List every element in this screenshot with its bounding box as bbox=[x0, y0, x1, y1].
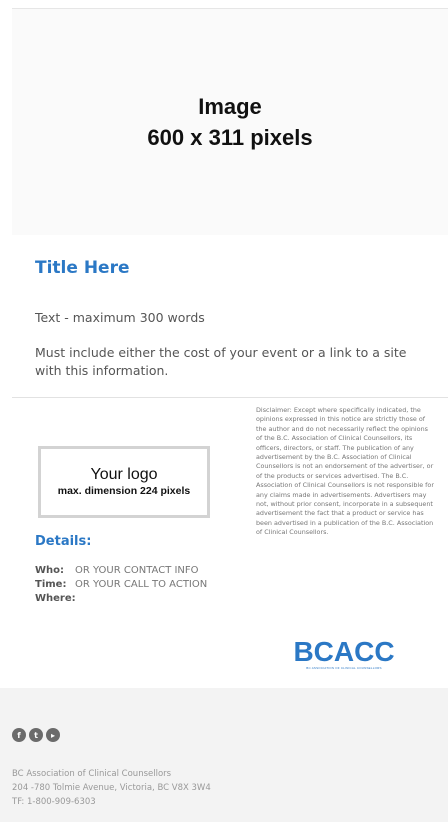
detail-label: Where: bbox=[35, 593, 76, 604]
hero-line-2: 600 x 311 pixels bbox=[147, 125, 313, 150]
disclaimer-text: Disclaimer: Except where specifically in… bbox=[256, 406, 434, 537]
brand-name: BCACC bbox=[293, 636, 395, 667]
social-links: f t ▸ bbox=[12, 728, 60, 742]
hero-image-placeholder: Image 600 x 311 pixels bbox=[12, 9, 448, 235]
detail-row-where: Where: bbox=[35, 592, 76, 606]
bcacc-logo[interactable]: BCACC BC ASSOCIATION OF CLINICAL COUNSEL… bbox=[293, 636, 395, 671]
footer-address: 204 -780 Tolmie Avenue, Victoria, BC V8X… bbox=[12, 783, 211, 793]
footer-phone[interactable]: TF: 1-800-909-6303 bbox=[12, 797, 96, 808]
footer-org-name: BC Association of Clinical Counsellors bbox=[12, 769, 172, 779]
section-divider bbox=[12, 397, 448, 398]
detail-value: OR YOUR CALL TO ACTION bbox=[75, 579, 208, 590]
facebook-icon[interactable]: f bbox=[12, 728, 26, 742]
detail-label: Who: bbox=[35, 565, 65, 576]
youtube-icon[interactable]: ▸ bbox=[46, 728, 60, 742]
detail-label: Time: bbox=[35, 579, 67, 590]
twitter-icon[interactable]: t bbox=[29, 728, 43, 742]
article-title: Title Here bbox=[35, 258, 130, 278]
logo-placeholder: Your logo max. dimension 224 pixels bbox=[38, 446, 210, 518]
detail-row-who: Who: OR YOUR CONTACT INFO bbox=[35, 564, 199, 578]
logo-placeholder-title: Your logo bbox=[90, 466, 158, 483]
detail-value: OR YOUR CONTACT INFO bbox=[75, 565, 199, 576]
details-heading: Details: bbox=[35, 534, 92, 549]
brand-tagline: BC ASSOCIATION OF CLINICAL COUNSELLORS bbox=[306, 666, 382, 670]
article-text-2: Must include either the cost of your eve… bbox=[35, 345, 407, 378]
detail-row-time: Time: OR YOUR CALL TO ACTION bbox=[35, 578, 207, 592]
hero-line-1: Image bbox=[198, 94, 262, 119]
article-text-1: Text - maximum 300 words bbox=[35, 310, 205, 325]
logo-placeholder-dimension: max. dimension 224 pixels bbox=[57, 485, 191, 497]
